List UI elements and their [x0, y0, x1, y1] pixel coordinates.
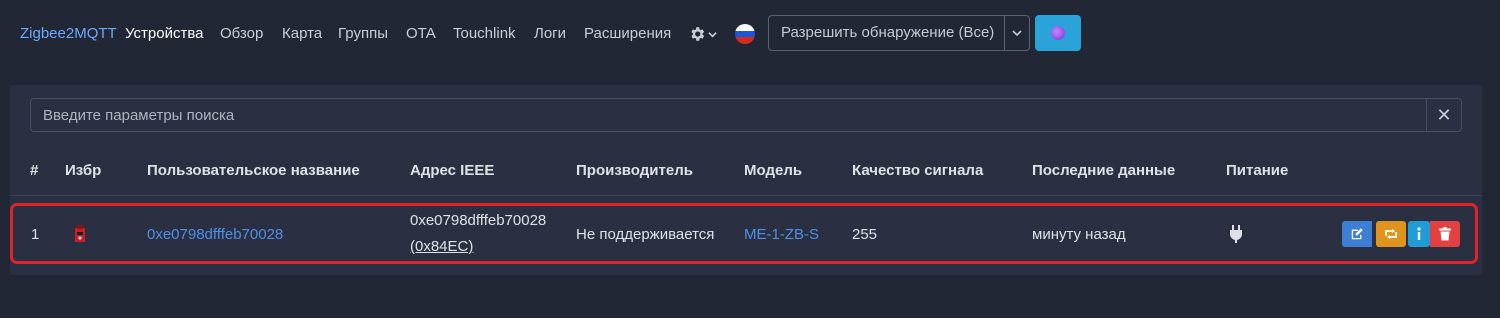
plug-icon [1230, 225, 1242, 243]
nav-dashboard[interactable]: Обзор [220, 25, 263, 42]
edit-icon [1351, 228, 1363, 240]
edit-button[interactable] [1342, 221, 1372, 247]
device-nwk-address: (0x84EC) [410, 238, 474, 255]
col-header-ieee[interactable]: Адрес IEEE [410, 162, 494, 179]
device-friendly-name-link[interactable]: 0xe0798dfffeb70028 [147, 226, 283, 243]
row-index: 1 [31, 226, 40, 243]
nav-ota[interactable]: OTA [406, 25, 436, 42]
device-lqi: 255 [852, 226, 878, 243]
nav-extensions[interactable]: Расширения [584, 25, 671, 42]
nav-map[interactable]: Карта [282, 25, 322, 42]
clear-search-button[interactable]: ✕ [1426, 98, 1462, 132]
settings-dropdown[interactable] [688, 22, 718, 46]
chevron-down-icon [1012, 30, 1022, 37]
col-header-favorite[interactable]: Избр [65, 162, 101, 179]
status-button[interactable] [1035, 15, 1081, 51]
col-header-friendly-name[interactable]: Пользовательское название [147, 162, 360, 179]
col-header-model[interactable]: Модель [744, 162, 802, 179]
col-header-lqi[interactable]: Качество сигнала [852, 162, 983, 179]
chevron-down-icon [708, 32, 717, 38]
status-dot-icon [1051, 26, 1065, 40]
reconfigure-icon [1385, 229, 1397, 239]
flag-ru-icon[interactable] [735, 24, 755, 44]
permit-join-label: Разрешить обнаружение (Все) [781, 24, 995, 41]
nav-devices[interactable]: Устройства [125, 25, 203, 42]
device-manufacturer: Не поддерживается [576, 226, 715, 243]
reconfigure-button[interactable] [1376, 221, 1406, 247]
device-ieee-address: 0xe0798dfffeb70028 [410, 212, 547, 229]
nav-touchlink[interactable]: Touchlink [453, 25, 516, 42]
delete-button[interactable] [1430, 221, 1460, 247]
info-icon [1417, 227, 1421, 240]
table-header-divider [10, 195, 1482, 196]
navbar: Zigbee2MQTT Устройства Обзор Карта Групп… [0, 14, 1500, 54]
gear-icon [691, 27, 705, 41]
nav-groups[interactable]: Группы [338, 25, 388, 42]
nav-logs[interactable]: Логи [534, 25, 566, 42]
info-button[interactable] [1408, 221, 1430, 247]
delete-icon [1439, 227, 1451, 241]
search-field[interactable] [30, 98, 1426, 132]
device-last-seen: минуту назад [1032, 226, 1126, 243]
brand-link[interactable]: Zigbee2MQTT [20, 25, 117, 42]
col-header-power[interactable]: Питание [1226, 162, 1288, 179]
device-image-icon [75, 225, 85, 242]
col-header-index[interactable]: # [30, 162, 38, 179]
search-input[interactable] [31, 99, 1426, 131]
col-header-manufacturer[interactable]: Производитель [576, 162, 693, 179]
close-icon: ✕ [1436, 104, 1452, 125]
permit-join-button[interactable]: Разрешить обнаружение (Все) [768, 15, 1030, 51]
permit-join-dropdown[interactable] [1004, 16, 1029, 50]
device-model-link[interactable]: ME-1-ZB-S [744, 226, 819, 243]
col-header-last-seen[interactable]: Последние данные [1032, 162, 1175, 179]
